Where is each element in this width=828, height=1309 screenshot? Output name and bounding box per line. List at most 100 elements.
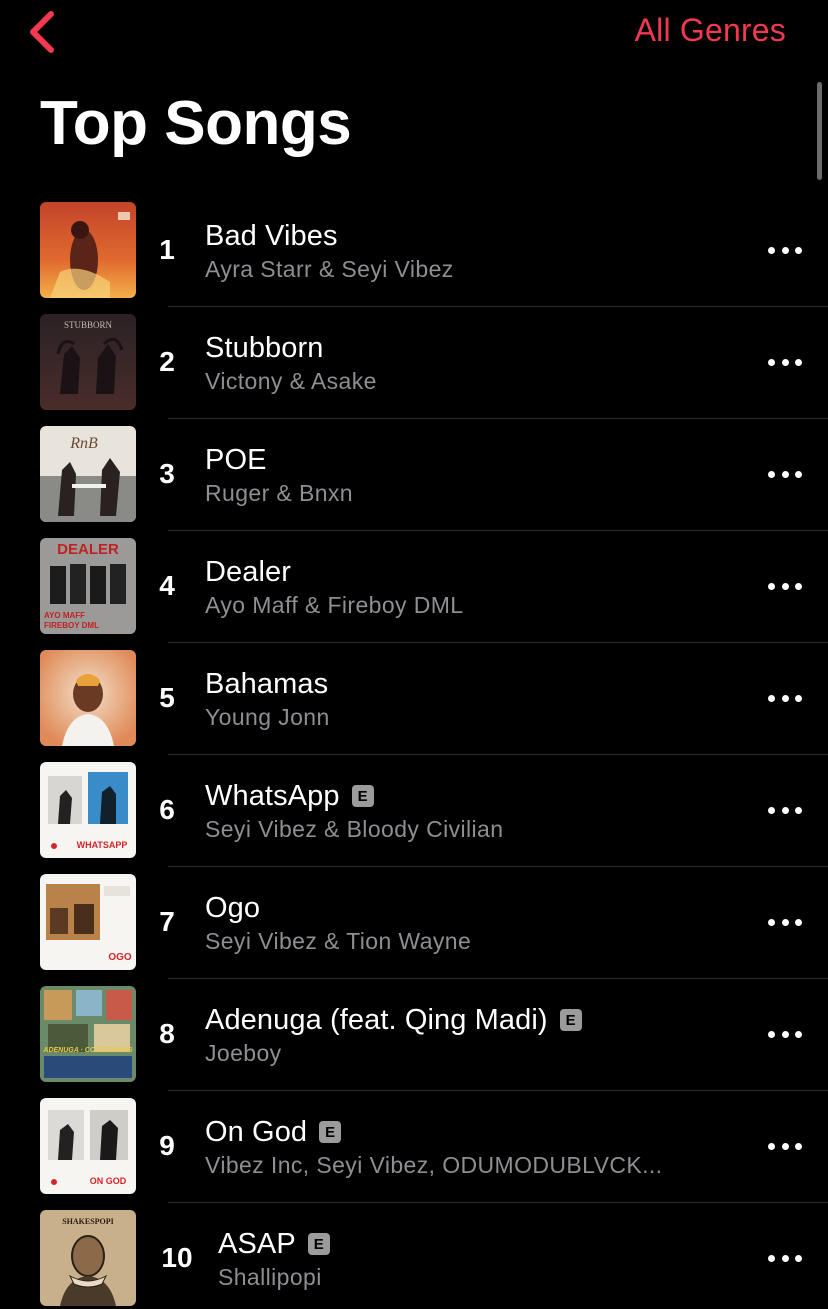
song-row[interactable]: STUBBORN 2 Stubborn Victony & Asake [0, 314, 828, 426]
more-options-button[interactable] [768, 574, 802, 598]
album-artwork [40, 650, 136, 746]
song-title: Adenuga (feat. Qing Madi) [205, 1003, 548, 1036]
more-options-button[interactable] [768, 686, 802, 710]
song-artist: Ayra Starr & Seyi Vibez [205, 256, 454, 282]
song-title: On God [205, 1115, 308, 1148]
dot-icon [768, 246, 775, 254]
rank-number: 1 [159, 234, 175, 265]
album-artwork: STUBBORN [40, 314, 136, 410]
explicit-badge: E [559, 1009, 582, 1031]
dot-icon [795, 806, 802, 814]
more-options-button[interactable] [768, 462, 802, 486]
dot-icon [768, 1254, 775, 1262]
more-options-button[interactable] [768, 350, 802, 374]
album-artwork: OGO [40, 874, 136, 970]
more-options-button[interactable] [768, 1134, 802, 1158]
song-artist: Shallipopi [218, 1264, 322, 1290]
rank-number: 2 [159, 346, 175, 377]
song-row[interactable]: WHATSAPP 6 WhatsApp E Seyi Vibez & Blood… [0, 762, 828, 874]
dot-icon [768, 694, 775, 702]
more-options-button[interactable] [768, 798, 802, 822]
scroll-indicator[interactable] [817, 82, 822, 180]
more-options-button[interactable] [768, 1246, 802, 1270]
more-options-button[interactable] [768, 910, 802, 934]
song-info: Stubborn Victony & Asake [205, 330, 745, 395]
dot-icon [768, 806, 775, 814]
song-title: Dealer [205, 555, 292, 588]
album-artwork: ADENUGA · CONCERNING [40, 986, 136, 1082]
svg-text:RnB: RnB [69, 435, 98, 452]
song-info: Ogo Seyi Vibez & Tion Wayne [205, 890, 745, 955]
row-divider [168, 306, 828, 307]
dot-icon [781, 470, 789, 478]
row-divider [168, 1202, 828, 1203]
song-row[interactable]: 1 Bad Vibes Ayra Starr & Seyi Vibez [0, 202, 828, 314]
dot-icon [795, 694, 802, 702]
dot-icon [795, 582, 802, 590]
chevron-left-icon [30, 11, 54, 53]
rank-number: 9 [159, 1130, 175, 1161]
song-row[interactable]: RnB 3 POE Ruger & Bnxn [0, 426, 828, 538]
song-title: Bahamas [205, 667, 329, 700]
song-title: Ogo [205, 891, 261, 924]
dot-icon [795, 470, 802, 478]
song-artist: Ayo Maff & Fireboy DML [205, 592, 464, 618]
rank-number: 6 [159, 794, 175, 825]
row-divider [168, 642, 828, 643]
song-artist: Vibez Inc, Seyi Vibez, ODUMODUBLVCK... [205, 1152, 663, 1178]
top-songs-screen: All Genres Top Songs 1 Bad Vibes Ayra St… [0, 0, 828, 1309]
svg-text:ADENUGA · CONCERNING: ADENUGA · CONCERNING [42, 1047, 133, 1054]
dot-icon [768, 358, 775, 366]
rank-number: 5 [159, 682, 175, 713]
song-info: Bad Vibes Ayra Starr & Seyi Vibez [205, 218, 745, 283]
more-options-button[interactable] [768, 1022, 802, 1046]
dot-icon [781, 358, 789, 366]
song-row[interactable]: SHAKESPOPI 10 ASAP E Shallipopi [0, 1210, 828, 1309]
song-row[interactable]: OGO 7 Ogo Seyi Vibez & Tion Wayne [0, 874, 828, 986]
rank-number: 4 [159, 570, 175, 601]
more-options-button[interactable] [768, 238, 802, 262]
explicit-badge: E [351, 785, 374, 807]
album-artwork: RnB [40, 426, 136, 522]
album-artwork: DEALER AYO MAFF FIREBOY DML [40, 538, 136, 634]
song-artist: Seyi Vibez & Tion Wayne [205, 928, 472, 954]
svg-text:SHAKESPOPI: SHAKESPOPI [62, 1217, 114, 1226]
svg-text:ON GOD: ON GOD [90, 1176, 127, 1186]
dot-icon [768, 582, 775, 590]
song-artist: Joeboy [205, 1040, 282, 1066]
song-info: POE Ruger & Bnxn [205, 442, 745, 507]
explicit-badge: E [307, 1233, 330, 1255]
song-row[interactable]: 5 Bahamas Young Jonn [0, 650, 828, 762]
rank-number: 8 [159, 1018, 175, 1049]
row-divider [168, 866, 828, 867]
dot-icon [781, 806, 789, 814]
all-genres-link[interactable]: All Genres [635, 12, 786, 49]
song-row[interactable]: DEALER AYO MAFF FIREBOY DML 4 Dealer Ayo… [0, 538, 828, 650]
svg-text:FIREBOY DML: FIREBOY DML [44, 621, 99, 630]
dot-icon [795, 358, 802, 366]
svg-text:AYO MAFF: AYO MAFF [44, 611, 85, 620]
dot-icon [781, 918, 789, 926]
song-artist: Seyi Vibez & Bloody Civilian [205, 816, 504, 842]
page-title: Top Songs [40, 89, 352, 158]
song-title: ASAP [218, 1227, 296, 1260]
svg-text:WHATSAPP: WHATSAPP [77, 840, 128, 850]
rank-number: 10 [161, 1242, 193, 1273]
svg-text:DEALER: DEALER [57, 541, 119, 558]
dot-icon [781, 1254, 789, 1262]
rank-number: 7 [159, 906, 175, 937]
song-info: Dealer Ayo Maff & Fireboy DML [205, 554, 745, 619]
explicit-badge: E [319, 1121, 342, 1143]
back-button[interactable] [18, 8, 66, 56]
song-info: WhatsApp E Seyi Vibez & Bloody Civilian [205, 778, 745, 843]
song-info: Adenuga (feat. Qing Madi) E Joeboy [205, 1002, 745, 1067]
dot-icon [795, 246, 802, 254]
row-divider [168, 754, 828, 755]
dot-icon [795, 918, 802, 926]
song-artist: Young Jonn [205, 704, 330, 730]
album-artwork [40, 202, 136, 298]
song-row[interactable]: ON GOD 9 On God E Vibez Inc, Seyi Vibez,… [0, 1098, 828, 1210]
row-divider [168, 978, 828, 979]
song-row[interactable]: ADENUGA · CONCERNING 8 Adenuga (feat. Qi… [0, 986, 828, 1098]
dot-icon [795, 1030, 802, 1038]
